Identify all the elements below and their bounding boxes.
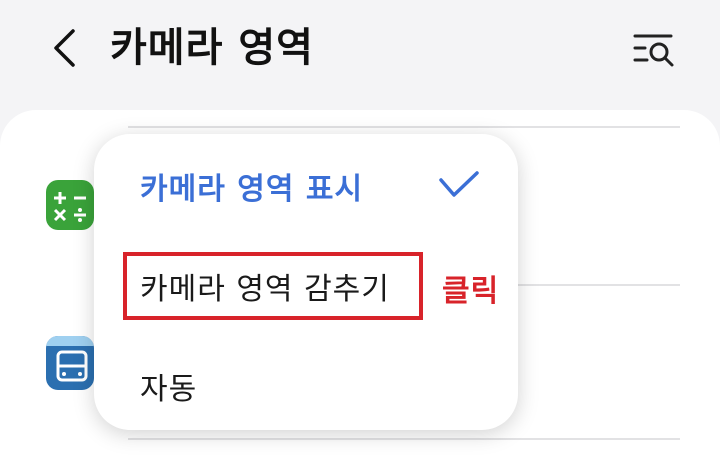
calculator-app-icon[interactable] xyxy=(46,180,94,230)
page-title: 카메라 영역 xyxy=(110,25,314,71)
search-settings-button[interactable] xyxy=(628,24,680,72)
click-highlight-box xyxy=(123,252,423,320)
menu-item-show-camera-area[interactable]: 카메라 영역 표시 xyxy=(94,146,518,226)
list-divider xyxy=(128,126,680,128)
back-button[interactable] xyxy=(42,26,86,70)
menu-item-auto[interactable]: 자동 xyxy=(94,346,518,426)
list-divider xyxy=(128,438,680,440)
menu-item-label: 자동 xyxy=(140,372,198,407)
check-icon xyxy=(439,171,479,197)
click-annotation-label: 클릭 xyxy=(442,274,500,309)
app-header: 카메라 영역 xyxy=(0,0,720,110)
bus-app-icon[interactable] xyxy=(46,336,94,390)
chevron-left-icon xyxy=(54,29,75,67)
calculator-symbols xyxy=(53,192,86,222)
bus-symbol xyxy=(46,336,94,382)
list-search-icon xyxy=(633,34,674,67)
menu-item-label: 카메라 영역 표시 xyxy=(140,172,364,207)
